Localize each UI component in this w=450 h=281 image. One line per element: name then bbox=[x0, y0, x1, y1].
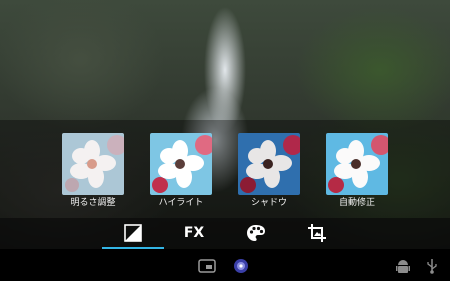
effect-thumbnail-autofix[interactable] bbox=[326, 133, 388, 195]
system-navigation-bar bbox=[0, 251, 450, 281]
tab-fx[interactable]: FX bbox=[177, 220, 211, 246]
effect-label-brightness: 明るさ調整 bbox=[70, 198, 116, 208]
flower-thumbnail-image bbox=[150, 133, 212, 195]
effect-label-autofix: 自動修正 bbox=[338, 198, 375, 208]
tab-adjust[interactable] bbox=[116, 220, 150, 246]
effect-label-shadow: シャドウ bbox=[250, 198, 287, 208]
flower-thumbnail-image bbox=[62, 133, 124, 195]
selected-tab-indicator bbox=[102, 247, 164, 249]
effect-label-highlight: ハイライト bbox=[158, 198, 204, 208]
effect-thumbnail-highlight[interactable] bbox=[150, 133, 212, 195]
effect-thumbnail-brightness[interactable] bbox=[62, 133, 124, 195]
flower-thumbnail-image bbox=[326, 133, 388, 195]
palette-icon bbox=[247, 225, 265, 241]
crop-icon bbox=[308, 224, 326, 242]
android-debug-icon bbox=[396, 259, 410, 275]
tab-color[interactable] bbox=[239, 220, 273, 246]
half-square-icon bbox=[124, 224, 142, 242]
app-badge-icon[interactable] bbox=[232, 258, 250, 274]
fx-label: FX bbox=[183, 225, 205, 241]
recent-apps-icon[interactable] bbox=[198, 259, 216, 273]
flower-thumbnail-image bbox=[238, 133, 300, 195]
editor-mode-toolbar bbox=[0, 218, 450, 249]
tab-crop[interactable] bbox=[300, 220, 334, 246]
usb-icon bbox=[426, 258, 438, 274]
effect-thumbnail-shadow[interactable] bbox=[238, 133, 300, 195]
